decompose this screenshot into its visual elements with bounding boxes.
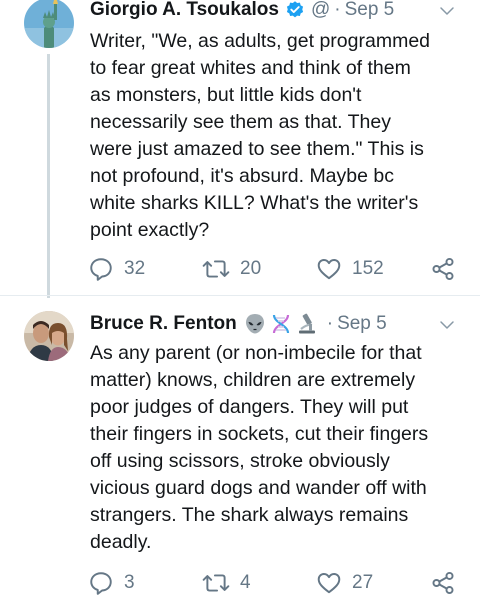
verified-badge-icon — [286, 1, 304, 18]
reply-count: 3 — [124, 572, 135, 593]
retweet-icon — [202, 260, 230, 278]
heart-icon — [317, 259, 341, 280]
tweet-text: Writer, "We, as adults, get programmed t… — [90, 30, 431, 241]
tweet-text: As any parent (or non-imbecile for that … — [90, 342, 429, 553]
tweet-actions: 32 20 152 — [88, 256, 468, 284]
share-button[interactable] — [430, 570, 456, 596]
heart-icon — [317, 573, 341, 594]
author-handle[interactable]: @ — [311, 0, 330, 21]
statue-of-liberty-avatar-icon — [24, 0, 74, 48]
avatar[interactable] — [24, 311, 74, 361]
share-button[interactable] — [430, 256, 456, 282]
share-icon — [432, 257, 454, 281]
author-name[interactable]: Giorgio A. Tsoukalos — [90, 0, 279, 21]
tweet-actions: 3 4 27 — [88, 570, 468, 598]
chevron-down-icon[interactable] — [438, 2, 456, 20]
name-emojis — [243, 312, 319, 336]
like-button[interactable]: 27 — [316, 570, 373, 596]
like-count: 27 — [352, 572, 374, 593]
tweet-date[interactable]: Sep 5 — [345, 0, 395, 21]
author-name[interactable]: Bruce R. Fenton — [90, 313, 237, 335]
avatar[interactable] — [24, 0, 74, 48]
reply-count: 32 — [124, 258, 146, 279]
reply-button[interactable]: 3 — [88, 570, 135, 596]
retweet-count: 20 — [240, 258, 262, 279]
tweet-header: Giorgio A. Tsoukalos @ · Sep 5 — [90, 0, 394, 22]
tweet-giorgio[interactable]: Giorgio A. Tsoukalos @ · Sep 5 Writer, "… — [0, 0, 480, 298]
reply-button[interactable]: 32 — [88, 256, 145, 282]
separator-dot: · — [326, 313, 334, 334]
alien-emoji-icon — [245, 314, 264, 334]
tweet-bruce[interactable]: Bruce R. Fenton · Sep 5 As any parent (o… — [0, 296, 480, 605]
retweet-count: 4 — [240, 572, 251, 593]
retweet-button[interactable]: 4 — [202, 570, 251, 596]
chevron-down-icon[interactable] — [438, 316, 456, 334]
thread-line — [47, 54, 50, 298]
like-button[interactable]: 152 — [316, 256, 384, 282]
tweet-date[interactable]: Sep 5 — [337, 313, 387, 335]
microscope-emoji-icon — [298, 313, 315, 334]
like-count: 152 — [352, 258, 384, 279]
reply-icon — [90, 572, 112, 595]
reply-icon — [90, 258, 112, 281]
retweet-icon — [202, 574, 230, 592]
retweet-button[interactable]: 20 — [202, 256, 261, 282]
tweet-header: Bruce R. Fenton · Sep 5 — [90, 312, 387, 336]
couple-photo-avatar-icon — [24, 311, 74, 361]
separator-dot: · — [334, 0, 341, 20]
share-icon — [432, 571, 454, 595]
dna-emoji-icon — [272, 314, 289, 334]
